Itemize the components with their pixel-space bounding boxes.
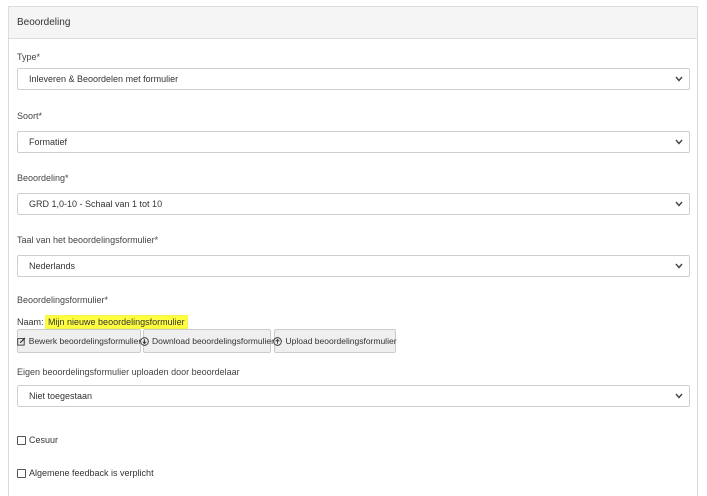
upload-form-button[interactable]: Upload beoordelingsformulier bbox=[273, 329, 397, 353]
upload-icon bbox=[273, 336, 283, 346]
formulier-label: Beoordelingsformulier* bbox=[17, 295, 109, 305]
cesuur-checkbox[interactable] bbox=[17, 435, 26, 445]
taal-select[interactable]: Nederlands bbox=[17, 255, 690, 277]
chevron-down-icon bbox=[675, 76, 683, 82]
chevron-down-icon bbox=[675, 393, 683, 399]
chevron-down-icon bbox=[675, 201, 683, 207]
download-form-button[interactable]: Download beoordelingsformulier bbox=[140, 329, 274, 353]
feedback-checkbox[interactable] bbox=[17, 468, 26, 478]
download-form-button-label: Download beoordelingsformulier bbox=[152, 336, 274, 346]
eigen-select[interactable]: Niet toegestaan bbox=[17, 385, 690, 407]
chevron-down-icon bbox=[675, 139, 683, 145]
panel-title: Beoordeling bbox=[9, 7, 697, 39]
download-icon bbox=[140, 336, 149, 346]
edit-form-button[interactable]: Bewerk beoordelingsformulier bbox=[17, 329, 141, 353]
chevron-down-icon bbox=[675, 263, 683, 269]
taal-label: Taal van het beoordelingsformulier* bbox=[17, 235, 159, 245]
eigen-label: Eigen beoordelingsformulier uploaden doo… bbox=[17, 367, 240, 377]
edit-form-button-label: Bewerk beoordelingsformulier bbox=[28, 336, 142, 346]
assessment-panel: Beoordeling Type* Inleveren & Beoordelen… bbox=[8, 6, 698, 496]
taal-select-value: Nederlands bbox=[29, 261, 76, 271]
beoordeling-select[interactable]: GRD 1,0-10 - Schaal van 1 tot 10 bbox=[17, 193, 690, 215]
soort-label: Soort* bbox=[17, 111, 43, 121]
formulier-name-prefix: Naam: bbox=[17, 317, 44, 327]
formulier-name: Naam: Mijn nieuwe beoordelingsformulier bbox=[17, 316, 187, 328]
beoordeling-select-value: GRD 1,0-10 - Schaal van 1 tot 10 bbox=[29, 199, 163, 209]
type-select-value: Inleveren & Beoordelen met formulier bbox=[29, 74, 179, 84]
upload-form-button-label: Upload beoordelingsformulier bbox=[285, 336, 397, 346]
feedback-checkbox-label: Algemene feedback is verplicht bbox=[29, 468, 154, 478]
cesuur-checkbox-row[interactable]: Cesuur bbox=[17, 435, 58, 445]
soort-select[interactable]: Formatief bbox=[17, 131, 690, 153]
type-select[interactable]: Inleveren & Beoordelen met formulier bbox=[17, 68, 690, 90]
eigen-select-value: Niet toegestaan bbox=[29, 391, 93, 401]
soort-select-value: Formatief bbox=[29, 137, 68, 147]
formulier-name-value: Mijn nieuwe beoordelingsformulier bbox=[46, 316, 187, 328]
cesuur-checkbox-label: Cesuur bbox=[29, 435, 59, 445]
beoordeling-label: Beoordeling* bbox=[17, 173, 69, 183]
type-label: Type* bbox=[17, 52, 41, 62]
feedback-checkbox-row[interactable]: Algemene feedback is verplicht bbox=[17, 468, 154, 478]
edit-icon bbox=[17, 337, 26, 346]
